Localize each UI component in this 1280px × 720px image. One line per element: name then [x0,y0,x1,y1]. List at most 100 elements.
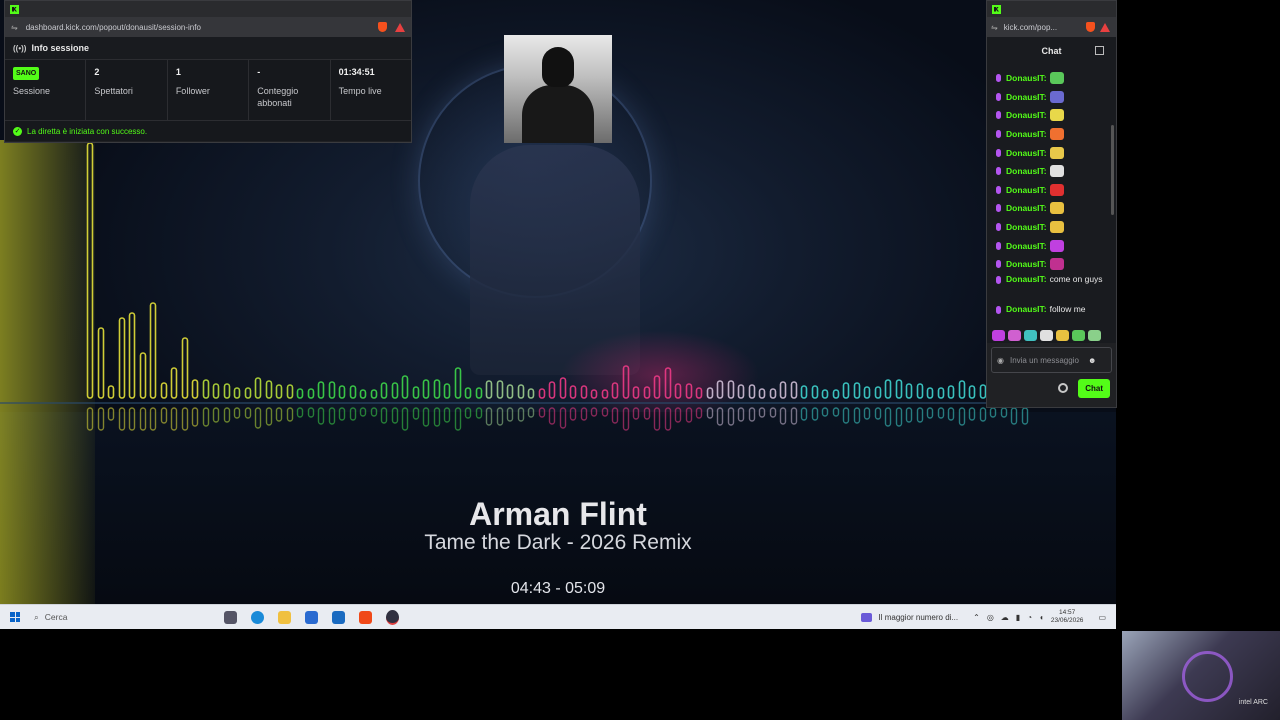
wifi-icon[interactable]: ◔ [1027,613,1032,622]
taskbar-search[interactable]: ⌕ Cerca [34,612,184,623]
chat-username[interactable]: DonausIT: [1006,129,1047,139]
visualizer-reflection [496,407,504,426]
chat-message: DonausIT: [996,106,1116,125]
mail-icon[interactable] [332,610,345,624]
brave-shield-icon[interactable] [378,22,387,32]
visualizer-bar [748,384,756,399]
chat-username[interactable]: DonausIT: [1006,166,1047,176]
visualizer-reflection [968,407,976,421]
chat-username[interactable]: DonausIT: [1006,110,1047,120]
chevron-up-icon[interactable]: ⌃ [973,613,980,622]
visualizer-bar [548,381,556,399]
visualizer-reflection [569,407,577,421]
chat-username[interactable]: DonausIT: [1006,241,1047,251]
task-view-icon[interactable] [224,610,237,624]
cloud-icon[interactable]: ☁ [1001,613,1009,622]
visualizer-reflection [212,407,220,423]
emote-option-icon[interactable] [992,329,1005,341]
chat-input[interactable]: ◉ Invia un messaggio ☻ [991,347,1112,373]
visualizer-bar [947,385,955,399]
clock[interactable]: 14:57 23/06/2026 [1051,609,1084,625]
chat-username[interactable]: DonausIT: [1006,274,1047,284]
chat-username[interactable]: DonausIT: [1006,73,1047,83]
visualizer-reflection [758,407,766,418]
visualizer-reflection [338,407,346,421]
notification-text[interactable]: Il maggior numero di... [879,613,959,622]
gpu-brand: intel ARC [1238,699,1268,706]
store-icon[interactable] [305,610,318,624]
emote-bar [987,327,1116,343]
url-bar[interactable]: ⇋ dashboard.kick.com/popout/donausit/ses… [5,17,411,37]
visualizer-bar [590,389,598,399]
send-chat-button[interactable]: Chat [1078,378,1110,398]
visualizer-bar [842,382,850,399]
visualizer-reflection [454,407,462,431]
visualizer-bar [359,389,367,399]
clock-date: 23/06/2026 [1050,617,1084,624]
visualizer-reflection [170,407,178,431]
file-explorer-icon[interactable] [278,610,291,624]
emote-option-icon[interactable] [1088,329,1101,341]
obs-icon[interactable] [386,609,399,625]
visualizer-bar [601,389,609,399]
brave-shield-icon[interactable] [1086,22,1095,32]
chat-username[interactable]: DonausIT: [1006,222,1047,232]
chat-window: ⇋ kick.com/pop... Chat DonausIT: DonausIT… [986,0,1117,408]
emote-option-icon[interactable] [1008,329,1021,341]
visualizer-bar [464,387,472,399]
emote-option-icon[interactable] [1056,329,1069,341]
battery-icon[interactable]: ▮ [1016,613,1020,622]
visualizer-bar [160,382,168,399]
brave-browser-icon[interactable] [359,610,372,624]
chat-username[interactable]: DonausIT: [1006,304,1047,314]
visualizer-bar [695,387,703,399]
visualizer-bar [832,389,840,399]
notification-app-icon[interactable] [860,612,872,622]
smiley-icon[interactable]: ☻ [1088,356,1096,365]
panel-title: Info sessione [31,43,89,53]
visualizer-reflection [223,407,231,423]
edge-icon[interactable] [251,610,264,624]
chat-username[interactable]: DonausIT: [1006,185,1047,195]
window-titlebar[interactable] [987,1,1116,17]
gear-icon[interactable] [1058,383,1069,393]
volume-icon[interactable]: ◖ [1039,613,1044,622]
site-info-icon[interactable]: ⇋ [11,23,18,32]
chat-username[interactable]: DonausIT: [1006,259,1047,269]
notification-center-icon[interactable]: ▭ [1098,613,1106,622]
emote-option-icon[interactable] [1072,329,1085,341]
visualizer-reflection [538,407,546,418]
url-bar[interactable]: ⇋ kick.com/pop... [987,17,1116,37]
chat-emote-icon [1049,90,1064,103]
chat-message: DonausIT: [996,218,1116,237]
warning-icon[interactable] [1100,22,1110,32]
visualizer-reflection [874,407,882,420]
visualizer-bar [958,380,966,399]
chat-username[interactable]: DonausIT: [1006,92,1047,102]
chat-scrollbar[interactable] [1111,125,1114,215]
windows-start-icon[interactable] [10,612,20,622]
visualizer-bar [790,381,798,399]
chat-emote-icon [1049,221,1064,234]
mic-badge-icon [996,111,1001,120]
visualizer-reflection [800,407,808,421]
emote-picker-icon[interactable]: ◉ [997,356,1004,365]
kick-icon [10,4,19,14]
emote-option-icon[interactable] [1040,329,1053,341]
visualizer-bar [727,380,735,399]
gift-icon[interactable] [1095,46,1104,55]
status-badge: SANO [13,67,40,80]
chat-username[interactable]: DonausIT: [1006,148,1047,158]
stat-subscribers: - Conteggio abbonati [249,60,331,120]
visualizer-bar [170,367,178,399]
window-titlebar[interactable] [5,1,411,17]
visualizer-reflection [118,407,126,431]
network-icon[interactable]: ◎ [987,613,994,622]
search-label: Cerca [44,612,68,622]
chat-username[interactable]: DonausIT: [1006,203,1047,213]
warning-icon[interactable] [395,22,405,32]
emote-option-icon[interactable] [1024,329,1037,341]
visualizer-reflection [916,407,924,423]
visualizer-reflection [643,407,651,420]
site-info-icon[interactable]: ⇋ [991,23,998,32]
